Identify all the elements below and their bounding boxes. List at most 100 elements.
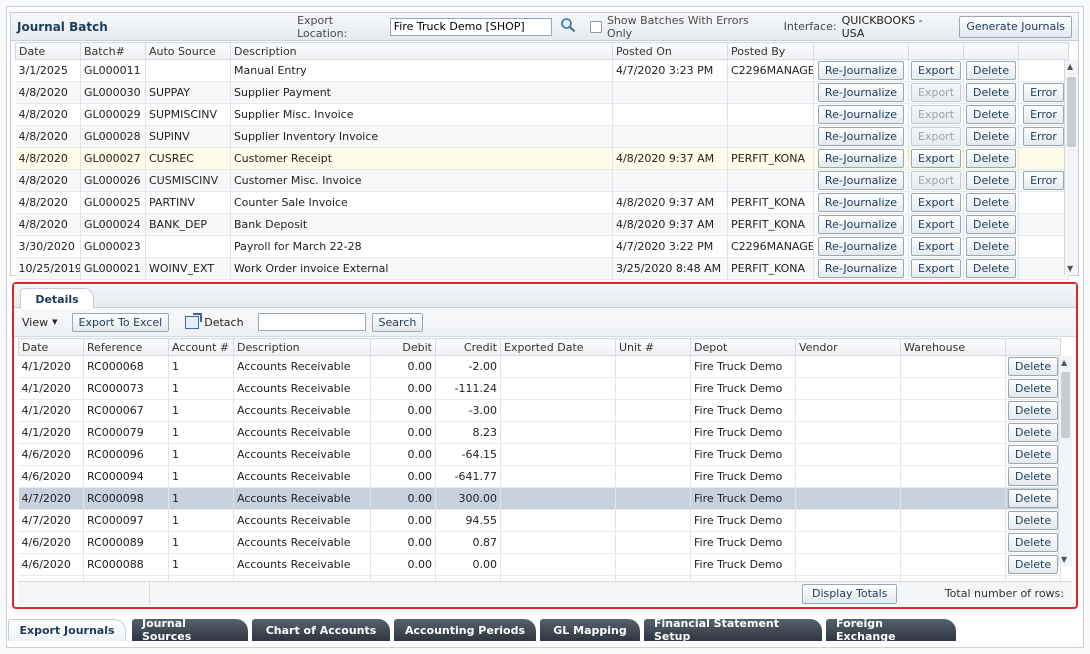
table-row[interactable]: 4/6/2020 RC000094 1 Accounts Receivable 0.00… (18, 465, 1061, 488)
dcol-credit[interactable]: Credit (435, 338, 501, 356)
export-button[interactable]: Export (911, 237, 962, 256)
col-posted-by[interactable]: Posted By (727, 42, 814, 60)
generate-journals-button[interactable]: Generate Journals (959, 15, 1073, 38)
delete-button[interactable]: Delete (1008, 511, 1059, 530)
detach-button[interactable]: Detach (185, 312, 244, 329)
dcol-date[interactable]: Date (18, 338, 84, 356)
rejournalize-button[interactable]: Re-Journalize (817, 171, 905, 190)
tab-gl-mapping[interactable]: GL Mapping (540, 619, 640, 641)
delete-button[interactable]: Delete (966, 105, 1017, 124)
error-button[interactable]: Error (1023, 83, 1064, 102)
table-row[interactable]: 4/7/2020 RC000097 1 Accounts Receivable 0.00… (18, 509, 1061, 532)
rejournalize-button[interactable]: Re-Journalize (817, 215, 905, 234)
table-row[interactable]: 4/6/2020 RC000089 1 Accounts Receivable 0.00… (18, 531, 1061, 554)
display-totals-button[interactable]: Display Totals (802, 583, 898, 604)
scroll-down-icon[interactable]: ▼ (1061, 555, 1067, 564)
journal-batch-scrollbar[interactable]: ▲ ▼ (1064, 60, 1078, 275)
export-button[interactable]: Export (911, 149, 962, 168)
delete-button[interactable]: Delete (1008, 445, 1059, 464)
rejournalize-button[interactable]: Re-Journalize (817, 149, 905, 168)
table-row[interactable]: 4/1/2020 RC000067 1 Accounts Receivable 0.00… (18, 399, 1061, 422)
scroll-thumb[interactable] (1061, 372, 1070, 438)
tab-chart-of-accounts[interactable]: Chart of Accounts (252, 619, 390, 641)
rejournalize-button[interactable]: Re-Journalize (817, 127, 905, 146)
details-search-input[interactable] (257, 313, 366, 331)
table-row[interactable]: 4/8/2020 GL000026 CUSMISCINV Customer Misc.… (15, 169, 1069, 192)
col-posted-on[interactable]: Posted On (612, 42, 728, 60)
rejournalize-button[interactable]: Re-Journalize (817, 105, 905, 124)
tab-financial-statement-setup[interactable]: Financial Statement Setup (644, 617, 822, 643)
scroll-down-icon[interactable]: ▼ (1067, 264, 1073, 273)
tab-foreign-exchange[interactable]: Foreign Exchange (826, 617, 956, 643)
table-row[interactable]: 4/1/2020 RC000068 1 Accounts Receivable 0.00… (18, 355, 1061, 378)
table-row[interactable]: 3/30/2020 GL000023 Payroll for March 22-28… (15, 235, 1069, 258)
col-description[interactable]: Description (230, 42, 613, 60)
export-button[interactable]: Export (911, 259, 962, 278)
table-row[interactable]: 4/8/2020 GL000030 SUPPAY Supplier Payment Re… (15, 81, 1069, 104)
rejournalize-button[interactable]: Re-Journalize (817, 237, 905, 256)
scroll-thumb[interactable] (1067, 77, 1076, 147)
tab-journal-sources[interactable]: Journal Sources (132, 617, 248, 643)
delete-button[interactable]: Delete (966, 83, 1017, 102)
rejournalize-button[interactable]: Re-Journalize (817, 259, 905, 278)
tab-export-journals[interactable]: Export Journals (8, 619, 126, 641)
col-date[interactable]: Date (15, 42, 81, 60)
error-button[interactable]: Error (1023, 171, 1064, 190)
dcol-vendor[interactable]: Vendor (795, 338, 901, 356)
export-button[interactable]: Export (911, 193, 962, 212)
table-row[interactable]: 4/8/2020 GL000028 SUPINV Supplier Inventory… (15, 125, 1069, 148)
table-row[interactable]: 4/8/2020 GL000027 CUSREC Customer Receipt 4/… (15, 147, 1069, 170)
table-row[interactable]: 4/1/2020 RC000073 1 Accounts Receivable 0.00… (18, 377, 1061, 400)
error-button[interactable]: Error (1023, 127, 1064, 146)
dcol-unit[interactable]: Unit # (615, 338, 691, 356)
col-batch[interactable]: Batch# (80, 42, 146, 60)
delete-button[interactable]: Delete (1008, 379, 1059, 398)
export-to-excel-button[interactable]: Export To Excel (71, 312, 170, 332)
table-row[interactable]: 4/6/2020 RC000088 1 Accounts Receivable 0.00… (18, 553, 1061, 576)
delete-button[interactable]: Delete (1008, 533, 1059, 552)
delete-button[interactable]: Delete (1008, 401, 1059, 420)
delete-button[interactable]: Delete (1008, 489, 1059, 508)
tab-accounting-periods[interactable]: Accounting Periods (394, 619, 536, 641)
rejournalize-button[interactable]: Re-Journalize (817, 83, 905, 102)
table-row[interactable]: 10/25/2019 GL000021 WOINV_EXT Work Order in… (15, 257, 1069, 280)
dcol-debit[interactable]: Debit (370, 338, 436, 356)
table-row[interactable]: 4/8/2020 GL000025 PARTINV Counter Sale Invo… (15, 191, 1069, 214)
dcol-exported-date[interactable]: Exported Date (500, 338, 616, 356)
delete-button[interactable]: Delete (1008, 467, 1059, 486)
delete-button[interactable]: Delete (966, 237, 1017, 256)
table-row[interactable]: 3/1/2025 GL000011 Manual Entry 4/7/2020 3:2… (15, 59, 1069, 82)
dcol-depot[interactable]: Depot (690, 338, 796, 356)
dcol-description[interactable]: Description (233, 338, 371, 356)
export-button[interactable]: Export (911, 215, 962, 234)
table-row[interactable]: 4/7/2020 RC000098 1 Accounts Receivable 0.00… (18, 487, 1061, 510)
table-row[interactable]: 4/8/2020 GL000024 BANK_DEP Bank Deposit 4/8/… (15, 213, 1069, 236)
delete-button[interactable]: Delete (966, 193, 1017, 212)
scroll-up-icon[interactable]: ▲ (1061, 358, 1067, 367)
export-button[interactable]: Export (911, 61, 962, 80)
delete-button[interactable]: Delete (1008, 555, 1059, 574)
table-row[interactable]: 4/1/2020 RC000079 1 Accounts Receivable 0.00… (18, 421, 1061, 444)
col-auto-source[interactable]: Auto Source (145, 42, 231, 60)
delete-button[interactable]: Delete (966, 127, 1017, 146)
rejournalize-button[interactable]: Re-Journalize (817, 193, 905, 212)
details-scrollbar[interactable]: ▲ ▼ (1058, 356, 1072, 566)
scroll-up-icon[interactable]: ▲ (1067, 62, 1073, 71)
export-location-input[interactable] (389, 17, 553, 36)
search-button[interactable]: Search (371, 312, 424, 332)
delete-button[interactable]: Delete (966, 259, 1017, 278)
view-menu[interactable]: View ▼ (22, 316, 58, 329)
search-icon[interactable] (560, 17, 576, 37)
delete-button[interactable]: Delete (966, 149, 1017, 168)
tab-details[interactable]: Details (20, 288, 94, 309)
dcol-account[interactable]: Account # (168, 338, 234, 356)
table-row[interactable]: 4/8/2020 GL000029 SUPMISCINV Supplier Misc.… (15, 103, 1069, 126)
table-row[interactable]: 4/6/2020 RC000096 1 Accounts Receivable 0.00… (18, 443, 1061, 466)
dcol-warehouse[interactable]: Warehouse (900, 338, 1006, 356)
error-button[interactable]: Error (1023, 105, 1064, 124)
delete-button[interactable]: Delete (966, 61, 1017, 80)
dcol-reference[interactable]: Reference (83, 338, 169, 356)
show-errors-checkbox[interactable] (590, 20, 602, 33)
delete-button[interactable]: Delete (966, 215, 1017, 234)
delete-button[interactable]: Delete (1008, 423, 1059, 442)
